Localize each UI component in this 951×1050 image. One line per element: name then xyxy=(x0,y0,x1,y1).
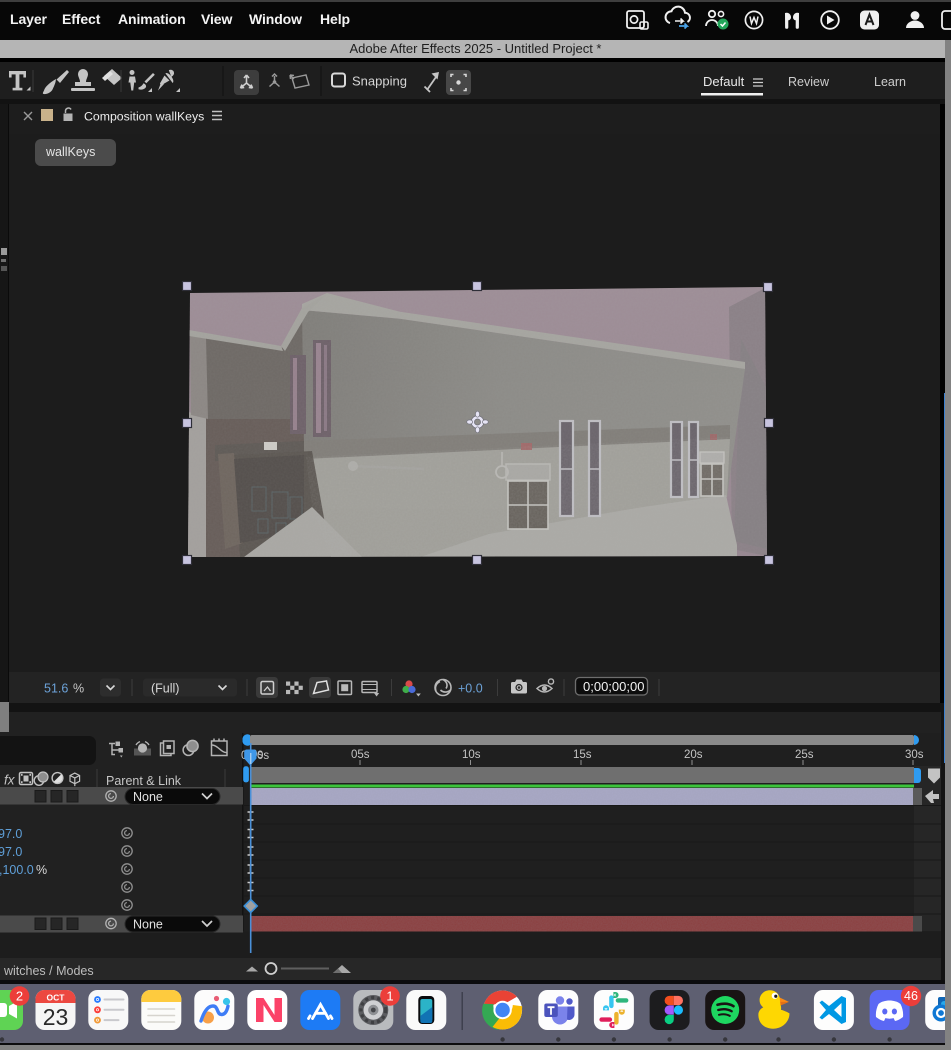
svg-text:,100.0: ,100.0 xyxy=(0,863,34,877)
svg-text:2: 2 xyxy=(16,989,23,1004)
svg-text:25s: 25s xyxy=(795,749,814,761)
svg-text:0;00;00;00: 0;00;00;00 xyxy=(583,679,644,694)
svg-text:97.0: 97.0 xyxy=(0,845,22,859)
svg-text:Composition wallKeys: Composition wallKeys xyxy=(84,110,204,124)
svg-text:51.6: 51.6 xyxy=(44,682,68,696)
svg-text:23: 23 xyxy=(43,1004,69,1030)
svg-text:30s: 30s xyxy=(905,749,924,761)
svg-text:OCT: OCT xyxy=(47,993,66,1003)
svg-text:witches / Modes: witches / Modes xyxy=(3,964,94,978)
svg-text:+0.0: +0.0 xyxy=(458,682,483,696)
svg-text:20s: 20s xyxy=(684,749,703,761)
svg-text:46: 46 xyxy=(904,989,918,1003)
svg-text:Default: Default xyxy=(703,74,745,89)
svg-text:Parent & Link: Parent & Link xyxy=(106,774,182,788)
svg-text:%: % xyxy=(36,863,47,877)
svg-text:Learn: Learn xyxy=(874,75,906,89)
svg-text:05s: 05s xyxy=(351,749,370,761)
svg-text:97.0: 97.0 xyxy=(0,827,22,841)
svg-text:15s: 15s xyxy=(573,749,592,761)
svg-text:fx: fx xyxy=(4,773,16,788)
svg-text:None: None xyxy=(133,790,163,804)
svg-text:Review: Review xyxy=(788,75,830,89)
svg-text:Snapping: Snapping xyxy=(352,74,407,89)
svg-text:None: None xyxy=(133,918,163,932)
svg-text:1: 1 xyxy=(386,989,393,1004)
svg-text:10s: 10s xyxy=(462,749,481,761)
svg-text:%: % xyxy=(73,682,84,696)
svg-text:(Full): (Full) xyxy=(151,682,179,696)
